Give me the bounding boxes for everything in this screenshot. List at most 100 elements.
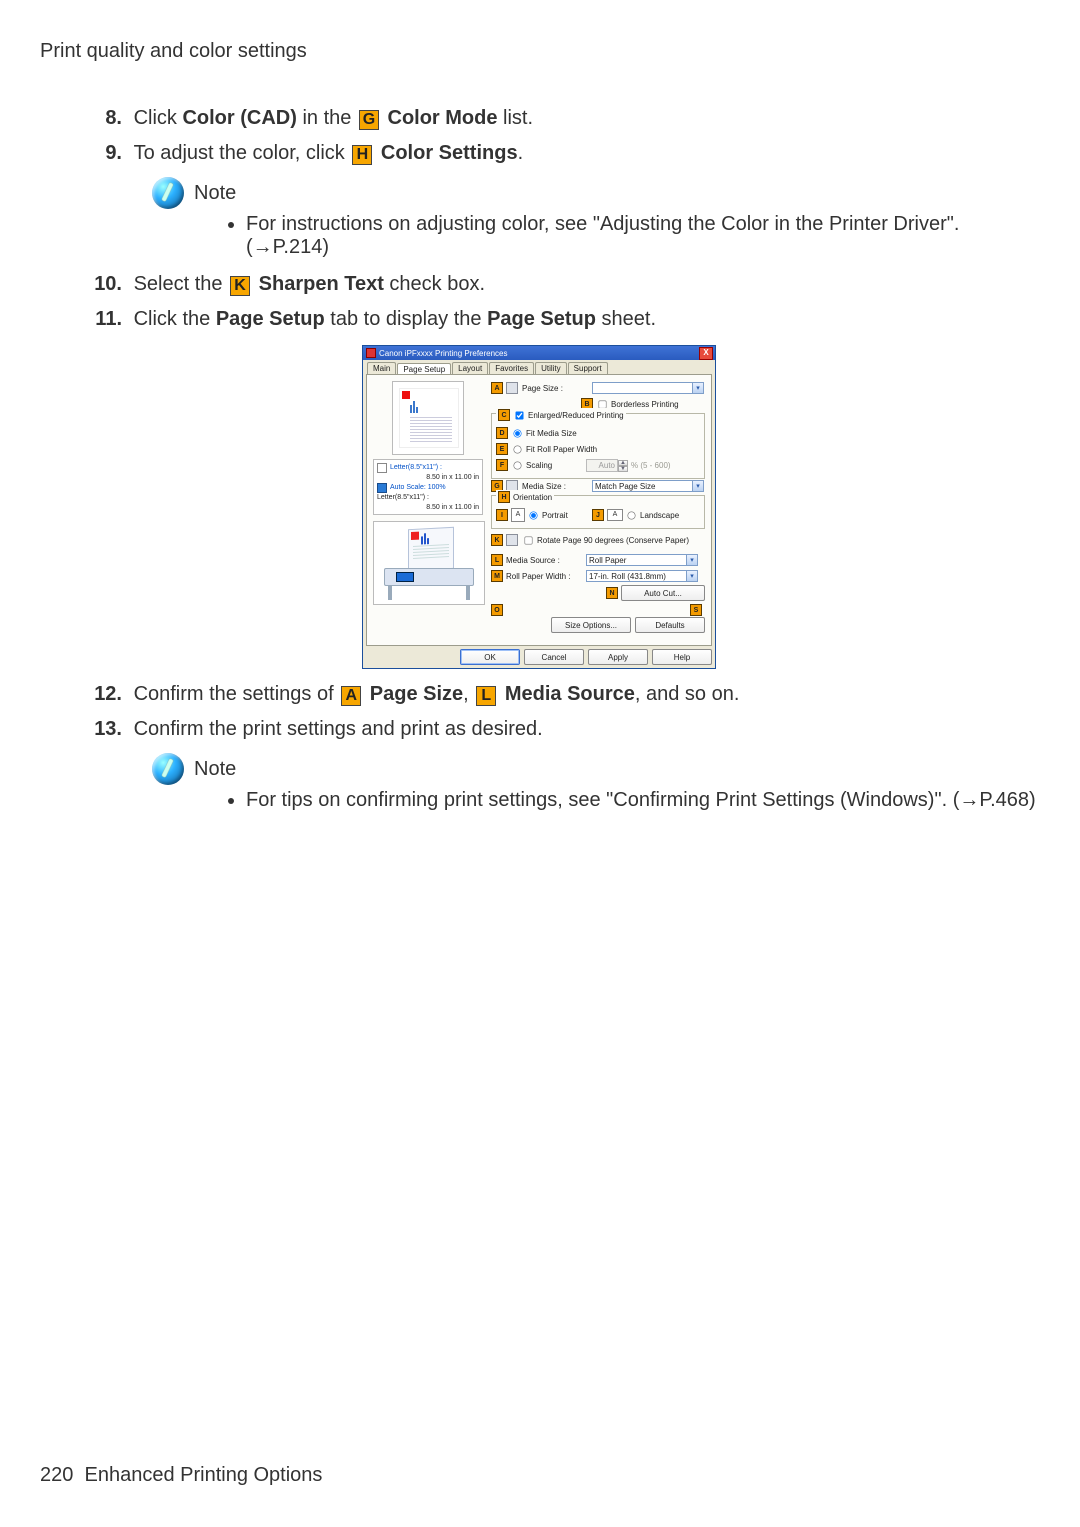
selected-value: Roll Paper	[589, 556, 626, 565]
note-1: Note For instructions on adjusting color…	[170, 177, 1040, 259]
label: Media Source :	[506, 556, 586, 565]
scaling-spinner[interactable]: Auto ▲▼	[586, 459, 628, 472]
size-options-button[interactable]: Size Options...	[551, 617, 631, 633]
text: To adjust the color, click	[134, 142, 351, 164]
value: Auto	[586, 459, 618, 472]
text: Click the	[134, 308, 216, 330]
section-title: Enhanced Printing Options	[85, 1464, 323, 1486]
selected-value: Match Page Size	[595, 482, 655, 491]
bold: Color (CAD)	[182, 107, 296, 129]
page-number: 220	[40, 1464, 73, 1486]
chip-f: F	[496, 459, 508, 471]
bold: Color Mode	[382, 107, 498, 129]
step-number: 12.	[80, 679, 122, 710]
label: Fit Media Size	[526, 429, 577, 438]
fit-roll-radio[interactable]	[513, 445, 521, 453]
step-number: 11.	[80, 304, 122, 335]
label: Orientation	[513, 493, 552, 502]
chip-c: C	[498, 409, 510, 421]
tab-main[interactable]: Main	[367, 362, 396, 374]
row-bottom-buttons: O S	[491, 603, 705, 617]
header-title: Print quality and color settings	[40, 40, 307, 62]
help-button[interactable]: Help	[652, 649, 712, 665]
app-icon	[366, 348, 376, 358]
step-text: Click Color (CAD) in the G Color Mode li…	[134, 103, 1014, 134]
spin-down-icon[interactable]: ▼	[618, 466, 628, 472]
note-icon	[152, 177, 184, 209]
label: Roll Paper Width :	[506, 572, 586, 581]
text: ,	[463, 683, 474, 705]
text: list.	[497, 107, 533, 129]
note-bullet: For instructions on adjusting color, see…	[246, 213, 1040, 259]
ref-chip-k: K	[230, 276, 250, 296]
range-hint: % (5 - 600)	[631, 461, 671, 470]
label: Enlarged/Reduced Printing	[528, 411, 624, 420]
text: sheet.	[596, 308, 656, 330]
chevron-down-icon: ▾	[692, 383, 703, 393]
ref-chip-h: H	[352, 145, 372, 165]
portrait-icon: A	[511, 508, 525, 522]
media-source-select[interactable]: Roll Paper ▾	[586, 554, 698, 566]
group-enlarged-reduced: C Enlarged/Reduced Printing DFit Media S…	[491, 413, 705, 479]
group-orientation: H Orientation I A Portrait J A Landscap	[491, 495, 705, 529]
controls-column: A Page Size : Letter(8.5"x11")▾ B Border…	[491, 381, 705, 635]
page-setup-dialog: Canon iPFxxxx Printing Preferences X Mai…	[362, 345, 718, 669]
chip-k: K	[491, 534, 503, 546]
step-number: 10.	[80, 269, 122, 300]
dialog-title-bar[interactable]: Canon iPFxxxx Printing Preferences X	[363, 346, 715, 360]
step-13: 13. Confirm the print settings and print…	[80, 714, 1040, 745]
page-size-select[interactable]: Letter(8.5"x11")▾	[592, 382, 704, 394]
close-button[interactable]: X	[699, 347, 713, 360]
step-number: 9.	[80, 138, 122, 169]
tab-layout[interactable]: Layout	[452, 362, 488, 374]
roll-width-select[interactable]: 17-in. Roll (431.8mm)▾	[586, 570, 698, 582]
label: Portrait	[542, 511, 592, 520]
chip-e: E	[496, 443, 508, 455]
label: Landscape	[640, 511, 679, 520]
step-text: To adjust the color, click H Color Setti…	[134, 138, 1014, 169]
rotate-checkbox[interactable]	[524, 536, 532, 544]
enlarged-reduced-checkbox[interactable]	[515, 411, 523, 419]
bold: Color Settings	[375, 142, 517, 164]
text: .	[518, 142, 524, 164]
text: in the	[297, 107, 357, 129]
page-icon	[377, 463, 387, 473]
note-bullet: For tips on confirming print settings, s…	[246, 789, 1040, 812]
chevron-down-icon: ▾	[692, 481, 703, 491]
step-text: Select the K Sharpen Text check box.	[134, 269, 1014, 300]
ok-button[interactable]: OK	[460, 649, 520, 665]
label: Scaling	[526, 461, 586, 470]
label: Page Size :	[522, 384, 592, 393]
step-number: 13.	[80, 714, 122, 745]
page-setup-panel: Letter(8.5"x11") : 8.50 in x 11.00 in Au…	[366, 374, 712, 646]
page-ref: (→P.214)	[246, 236, 329, 258]
text: , and so on.	[635, 683, 740, 705]
auto-cut-button[interactable]: Auto Cut...	[621, 585, 705, 601]
text: tab to display the	[325, 308, 487, 330]
chip-l: L	[491, 554, 503, 566]
defaults-button[interactable]: Defaults	[635, 617, 705, 633]
row-page-size: A Page Size : Letter(8.5"x11")▾	[491, 381, 705, 395]
text: Confirm the settings of	[134, 683, 340, 705]
fit-media-radio[interactable]	[513, 429, 521, 437]
tab-support[interactable]: Support	[568, 362, 608, 374]
tab-utility[interactable]: Utility	[535, 362, 567, 374]
bold: Sharpen Text	[253, 273, 384, 295]
portrait-radio[interactable]	[529, 511, 537, 519]
media-size-select[interactable]: Match Page Size ▾	[592, 480, 704, 492]
step-11: 11. Click the Page Setup tab to display …	[80, 304, 1040, 335]
landscape-radio[interactable]	[627, 511, 635, 519]
page-header: Print quality and color settings	[40, 40, 1040, 63]
ref-chip-g: G	[359, 110, 379, 130]
tab-favorites[interactable]: Favorites	[489, 362, 534, 374]
scaling-radio[interactable]	[513, 461, 521, 469]
bold: Media Source	[499, 683, 635, 705]
ref-chip-l: L	[476, 686, 496, 706]
apply-button[interactable]: Apply	[588, 649, 648, 665]
cancel-button[interactable]: Cancel	[524, 649, 584, 665]
chevron-down-icon: ▾	[686, 555, 697, 565]
text: 8.50 in x 11.00 in	[377, 504, 479, 512]
selected-value: 17-in. Roll (431.8mm)	[589, 572, 666, 581]
borderless-checkbox[interactable]	[598, 400, 606, 408]
step-text: Confirm the settings of A Page Size, L M…	[134, 679, 1014, 710]
